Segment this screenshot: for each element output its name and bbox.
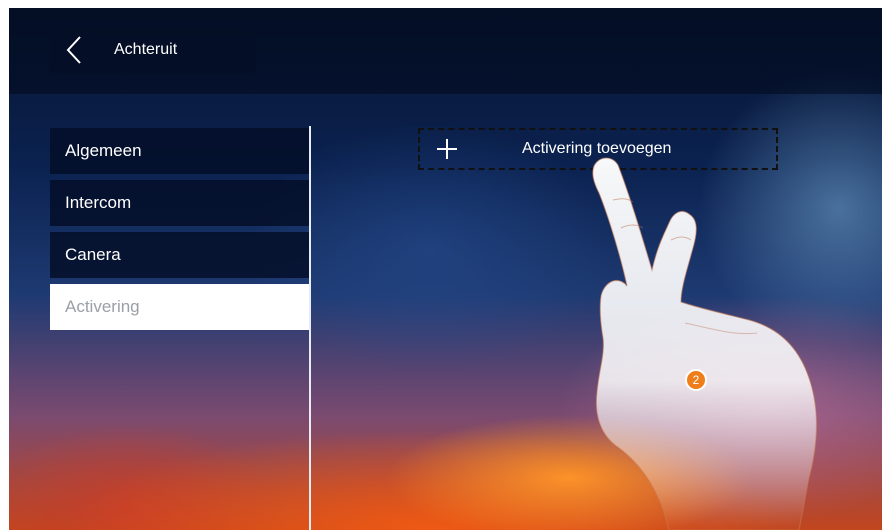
hand-pointer-icon (592, 157, 818, 530)
step-badge: 2 (685, 369, 707, 391)
device-screen: Achteruit Algemeen Intercom Canera Activ… (9, 8, 882, 530)
